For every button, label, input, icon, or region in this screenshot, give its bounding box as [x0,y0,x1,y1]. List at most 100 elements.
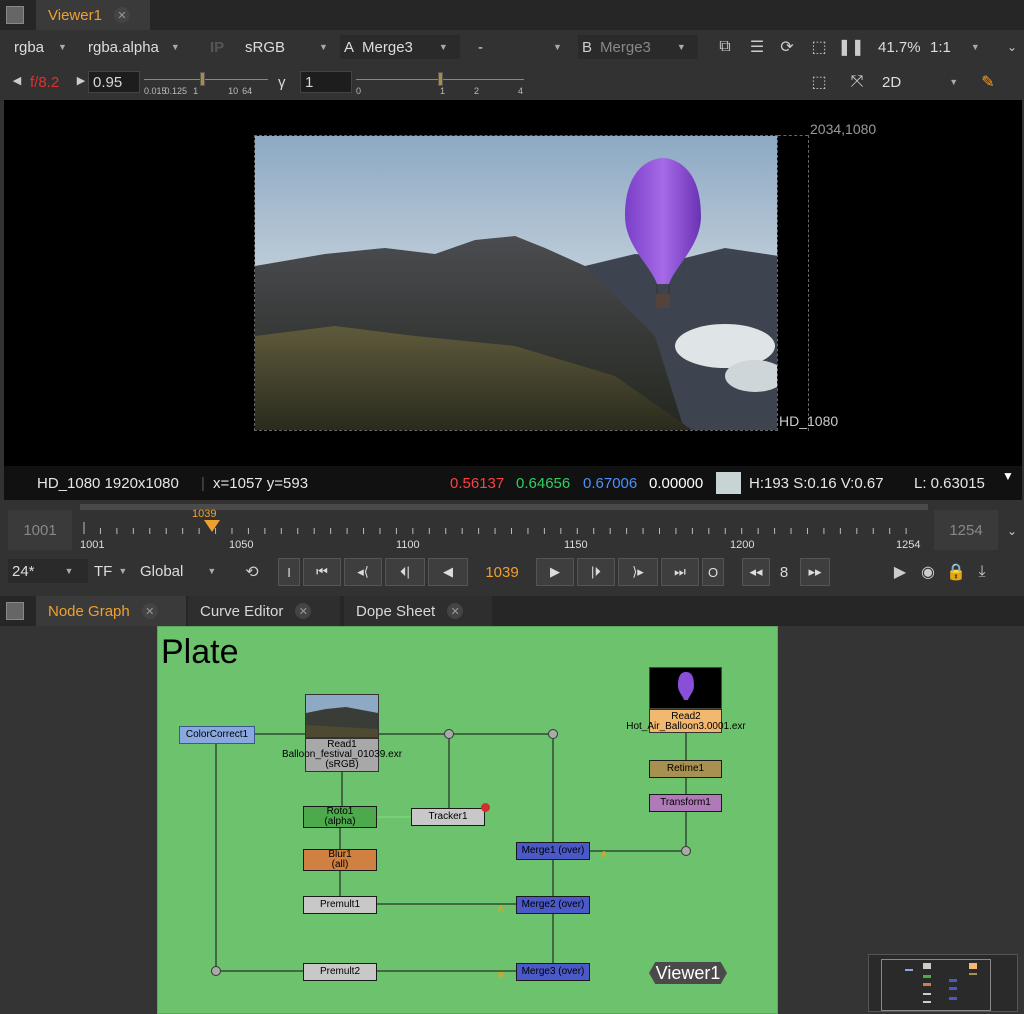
dot-node[interactable] [211,966,221,976]
roi-icon[interactable]: ⬚ [808,37,830,57]
region-select-icon[interactable]: ⬚ [808,73,830,91]
close-icon[interactable]: ✕ [295,603,312,619]
start-frame-field[interactable]: 1001 [8,510,72,550]
tab-node-graph[interactable]: Node Graph ✕ [36,596,186,626]
fstop-value[interactable]: f/8.2 [30,74,59,91]
out-point-button[interactable]: O [702,558,724,586]
tab-viewer1[interactable]: Viewer1 ✕ [36,0,150,30]
play-backward-button[interactable]: ◀ [428,558,468,586]
read1-colorspace: (sRGB) [325,759,359,770]
playhead-marker[interactable] [204,520,220,532]
pane-menu-icon[interactable] [6,6,24,24]
input-b-label: B [498,971,504,980]
dot-node[interactable] [548,729,558,739]
close-icon[interactable]: ✕ [447,603,464,619]
format-info: HD_1080 1920x1080 [37,474,179,492]
node-transform1[interactable]: Transform1 [649,794,722,812]
node-read1-thumbnail[interactable] [305,694,379,738]
channels-dropdown[interactable]: rgba ▼ [14,35,76,59]
node-retime1[interactable]: Retime1 [649,760,722,778]
hsv-value: H:193 S:0.16 V:0.67 [749,474,884,492]
loop-mode-icon[interactable]: ⟲ [240,562,264,582]
refresh-icon[interactable]: ⟳ [776,37,798,57]
node-premult1[interactable]: Premult1 [303,896,377,914]
pixel-coords: x=1057 y=593 [213,474,309,492]
gain-field[interactable]: 0.95 [88,71,140,93]
timeline-ruler[interactable]: 1039 1001 1050 1100 1150 1200 1254 [80,504,928,551]
lock-icon[interactable]: 🔒 [946,562,966,582]
flipbook-icon[interactable]: ▶ [890,562,910,582]
in-point-button[interactable]: I [278,558,300,586]
pause-icon[interactable]: ❚❚ [838,37,865,57]
input-a-label: A [498,904,504,913]
overlay-lines-icon[interactable]: ☰ [746,37,768,57]
end-frame-field[interactable]: 1254 [934,510,998,550]
prev-keyframe-button[interactable]: ◂⟨ [344,558,382,586]
slider-handle[interactable] [438,72,443,86]
zoom-level[interactable]: 41.7% [878,35,921,59]
chevron-down-icon[interactable]: ⌄ [1004,37,1020,57]
next-keyframe-button[interactable]: ⟩▸ [618,558,658,586]
tick-label: 1050 [229,539,254,551]
fstop-increase-icon[interactable]: ▶ [76,74,86,87]
node-merge1[interactable]: Merge1 (over) [516,842,590,860]
step-increment-field[interactable]: 8 [772,564,796,581]
node-read2-thumbnail[interactable] [649,667,722,709]
colorspace-dropdown[interactable]: sRGB ▼ [245,35,333,59]
first-frame-button[interactable]: ⏮ [303,558,341,586]
viewer-toolbar-1: rgba ▼ rgba.alpha ▼ IP sRGB ▼ A Merge3 ▼ - ▼ B… [0,32,1024,62]
fstop-decrease-icon[interactable]: ◀ [12,74,22,87]
dot-node[interactable] [681,846,691,856]
luminance-value: L: 0.63015 [914,474,985,492]
next-frame-button[interactable]: |⏵ [577,558,615,586]
node-merge2[interactable]: Merge2 (over) [516,896,590,914]
node-viewer1[interactable]: Viewer1 [649,962,727,984]
expand-icon[interactable]: ▼ [1002,469,1014,483]
transform-handles-icon[interactable]: ⤧ [846,73,868,91]
node-roto1[interactable]: Roto1 (alpha) [303,806,377,828]
dot-node[interactable] [444,729,454,739]
tab-dope-sheet[interactable]: Dope Sheet ✕ [344,596,492,626]
node-merge3[interactable]: Merge3 (over) [516,963,590,981]
pane-menu-icon[interactable] [6,602,24,620]
tick-label: 1200 [730,539,755,551]
node-graph-minimap[interactable] [868,954,1018,1012]
step-back-button[interactable]: ◂◂ [742,558,770,586]
tick-label: 0 [356,86,362,96]
step-forward-button[interactable]: ▸▸ [800,558,830,586]
ratio-dropdown[interactable]: 1:1 ▼ [930,35,992,59]
node-blur1[interactable]: Blur1 (all) [303,849,377,871]
format-label: HD_1080 [779,413,839,429]
wipe-icon[interactable]: ⧉ [714,37,736,57]
slider-handle[interactable] [200,72,205,86]
chevron-down-icon[interactable]: ⌄ [1004,524,1020,538]
tf-dropdown[interactable]: TF ▼ [94,559,132,583]
node-tracker1[interactable]: Tracker1 [411,808,485,826]
a-input-dropdown[interactable]: A Merge3 ▼ [340,35,460,59]
record-icon[interactable]: ◉ [918,562,938,582]
viewer-canvas[interactable]: 2034,1080 HD_1080 [4,100,1022,466]
timeline[interactable]: 1001 1039 1001 1050 1100 1150 1200 1254 … [0,500,1024,552]
last-frame-button[interactable]: ⏭ [661,558,699,586]
global-dropdown[interactable]: Global ▼ [140,559,226,583]
close-icon[interactable]: ✕ [113,7,130,23]
node-premult2[interactable]: Premult2 [303,963,377,981]
gamma-field[interactable]: 1 [300,71,352,93]
tab-curve-editor[interactable]: Curve Editor ✕ [188,596,340,626]
prev-frame-button[interactable]: ⏴| [385,558,425,586]
view-mode-dropdown[interactable]: 2D ▼ [882,70,962,94]
node-colorcorrect1[interactable]: ColorCorrect1 [179,726,255,744]
fps-dropdown[interactable]: 24* ▼ [8,559,88,583]
b-input-dropdown[interactable]: B Merge3 ▼ [578,35,698,59]
gain-slider[interactable]: 0.0150.125 1 10 64 [144,70,268,96]
current-frame-field[interactable]: 1039 [474,564,530,581]
tick-label: 2 [474,86,480,96]
close-icon[interactable]: ✕ [141,603,158,619]
color-picker-icon[interactable]: ✎ [978,73,998,91]
export-icon[interactable]: ⤓ [972,562,992,582]
play-forward-button[interactable]: ▶ [536,558,574,586]
compare-op-dropdown[interactable]: - ▼ [470,35,570,59]
alpha-channel-dropdown[interactable]: rgba.alpha ▼ [88,35,198,59]
gamma-slider[interactable]: 0 1 2 4 [356,70,524,96]
ip-button[interactable]: IP [210,35,224,59]
